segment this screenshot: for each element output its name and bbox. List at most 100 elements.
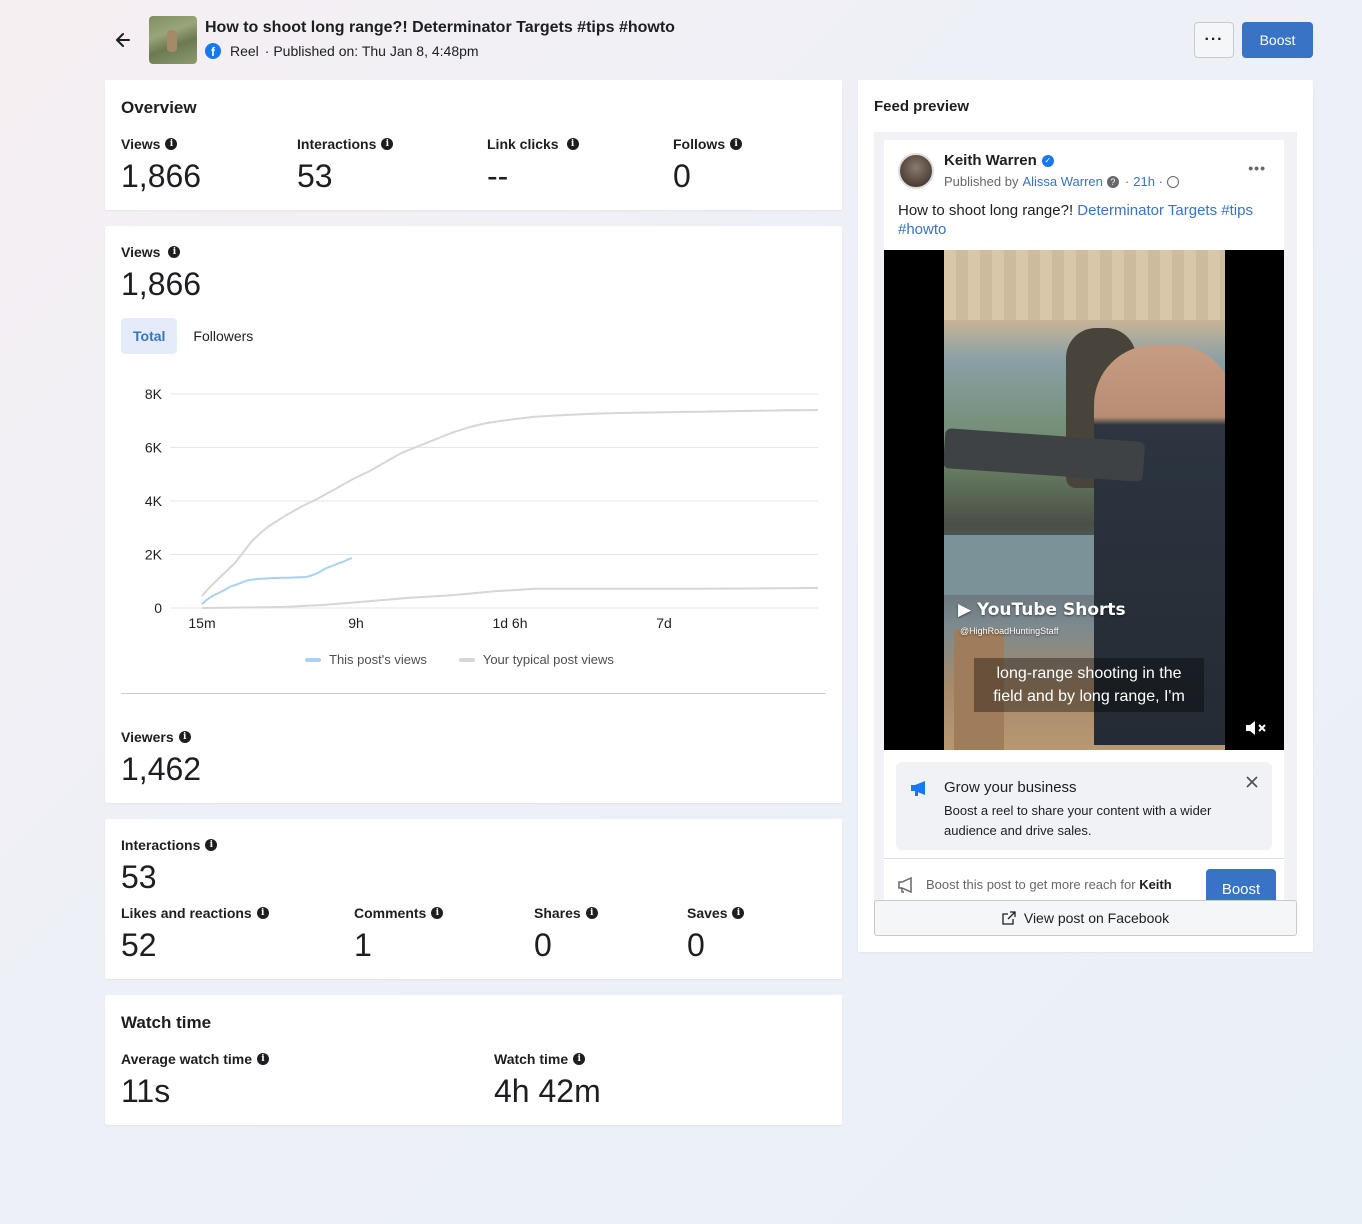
info-icon[interactable]: i (566, 138, 579, 150)
x-tick-label: 9h (348, 615, 364, 631)
metric-label: Shares (534, 905, 581, 921)
megaphone-icon (911, 781, 925, 796)
tab-followers[interactable]: Followers (181, 318, 265, 354)
legend-item-this-post: This post's views (305, 652, 427, 667)
post-thumbnail (149, 16, 197, 64)
metric-value: 52 (121, 927, 157, 963)
metric-value: 1,462 (121, 751, 202, 787)
view-post-on-facebook-button[interactable]: View post on Facebook (874, 900, 1297, 936)
legend-label: This post's views (329, 652, 427, 667)
metric-value: 0 (673, 158, 691, 194)
help-icon[interactable]: ? (1106, 175, 1119, 188)
video-subtitle: long-range shooting in the field and by … (974, 658, 1204, 712)
info-icon[interactable]: i (585, 907, 598, 919)
info-icon[interactable]: i (730, 138, 743, 150)
info-icon[interactable]: i (381, 138, 394, 150)
metric-value: 1,866 (121, 266, 202, 302)
watch-time-card: Watch time Average watch time i 11s Watch… (105, 995, 842, 1125)
info-icon[interactable]: i (256, 1053, 269, 1065)
more-options-button[interactable]: ··· (1194, 22, 1234, 58)
metric-value: -- (487, 158, 509, 194)
views-metric: Views i 1,866 (121, 244, 201, 303)
metric-value: 53 (121, 859, 157, 895)
metric-label: Saves (687, 905, 728, 921)
interaction-saves: Saves i 0 (687, 905, 745, 964)
interaction-shares: Shares i 0 (534, 905, 598, 964)
metric-label: Comments (354, 905, 427, 921)
legend-swatch (305, 657, 321, 662)
total-watch-time-metric: Watch time i 4h 42m (494, 1051, 601, 1110)
feed-preview-frame: Keith Warren ✓ Published by Alissa Warre… (874, 132, 1297, 902)
megaphone-outline-icon (898, 877, 912, 893)
views-line-chart: 0 2K 4K 6K 8K 15m 9h 1d 6h 7d (145, 386, 819, 631)
close-icon[interactable] (1244, 774, 1260, 790)
metric-label: Views (121, 244, 161, 260)
published-by-link[interactable]: Alissa Warren (1022, 174, 1102, 189)
y-tick-label: 0 (154, 600, 162, 616)
info-icon[interactable]: i (573, 1053, 586, 1065)
boost-button[interactable]: Boost (1242, 22, 1313, 58)
legend-label: Your typical post views (482, 652, 614, 667)
feed-preview-title: Feed preview (874, 98, 970, 115)
x-tick-label: 1d 6h (492, 615, 527, 631)
series-line (201, 586, 819, 609)
avatar[interactable] (898, 153, 934, 189)
info-icon[interactable]: i (168, 246, 181, 258)
post-author: Keith Warren ✓ (944, 152, 1054, 169)
caption-text: How to shoot long range?! (898, 202, 1074, 219)
info-icon[interactable]: i (178, 731, 191, 743)
info-icon[interactable]: i (256, 907, 269, 919)
tab-total[interactable]: Total (121, 318, 178, 354)
youtube-shorts-watermark: ▶ YouTube Shorts (958, 600, 1126, 620)
info-icon[interactable]: i (165, 138, 178, 150)
post-type: Reel (230, 43, 259, 59)
post-time[interactable]: 21h · (1133, 174, 1163, 189)
metric-value: 11s (121, 1073, 171, 1109)
feed-preview-card: Feed preview Keith Warren ✓ Published by… (858, 80, 1313, 952)
info-icon[interactable]: i (205, 839, 218, 851)
verified-badge-icon: ✓ (1041, 154, 1054, 167)
x-tick-label: 7d (656, 615, 672, 631)
post-published-date: · Published on: Thu Jan 8, 4:48pm (264, 43, 479, 59)
boost-post-row: Boost this post to get more reach for Ke… (884, 858, 1284, 902)
info-icon[interactable]: i (732, 907, 745, 919)
post-title: How to shoot long range?! Determinator T… (205, 19, 675, 36)
overview-metric-follows: Follows i 0 (673, 136, 743, 195)
video-scene-table (944, 535, 1094, 595)
overview-card: Overview Views i 1,866 Interactions i 53 L… (105, 80, 842, 210)
more-dots-icon: ··· (1204, 31, 1224, 48)
post-options-icon[interactable]: ••• (1248, 160, 1266, 176)
video-scene-roof (944, 250, 1225, 320)
top-bar: How to shoot long range?! Determinator T… (105, 14, 1313, 66)
boost-post-button[interactable]: Boost (1206, 869, 1276, 902)
boost-row-message: Boost this post to get more reach for (926, 877, 1136, 892)
viewers-metric: Viewers i 1,462 (121, 729, 201, 788)
y-tick-label: 2K (145, 547, 163, 563)
interactions-card: Interactions i 53 Likes and reactions i 52… (105, 819, 842, 979)
grow-business-banner: Grow your business Boost a reel to share… (896, 762, 1272, 850)
info-icon[interactable]: i (431, 907, 444, 919)
back-arrow-icon[interactable] (113, 30, 133, 50)
overview-metric-views: Views i 1,866 (121, 136, 201, 195)
grow-title: Grow your business (944, 779, 1077, 796)
overview-metric-link-clicks: Link clicks i -- (487, 136, 579, 195)
metric-value: 4h 42m (494, 1073, 601, 1109)
author-name[interactable]: Keith Warren (944, 152, 1037, 169)
reel-video[interactable]: ▶ YouTube Shorts @HighRoadHuntingStaff l… (884, 250, 1284, 750)
legend-swatch (458, 657, 475, 662)
view-post-label: View post on Facebook (1023, 910, 1170, 926)
metric-label: Interactions (297, 136, 377, 152)
published-by-line: Published by Alissa Warren ? · 21h · (944, 174, 1179, 189)
metric-label: Follows (673, 136, 726, 152)
metric-label: Average watch time (121, 1051, 252, 1067)
metric-value: 53 (297, 158, 333, 194)
mute-icon[interactable] (1244, 718, 1268, 738)
caption-page-link[interactable]: Determinator Targets (1077, 202, 1217, 219)
legend-item-typical: Your typical post views (458, 652, 614, 667)
post-caption: How to shoot long range?! Determinator T… (898, 201, 1268, 239)
boost-row-text: Boost this post to get more reach for Ke… (926, 877, 1172, 892)
chart-legend: This post's views Your typical post view… (305, 652, 614, 667)
overview-metric-interactions: Interactions i 53 (297, 136, 394, 195)
metric-value: 1 (354, 927, 372, 963)
metric-label: Link clicks (487, 136, 559, 152)
